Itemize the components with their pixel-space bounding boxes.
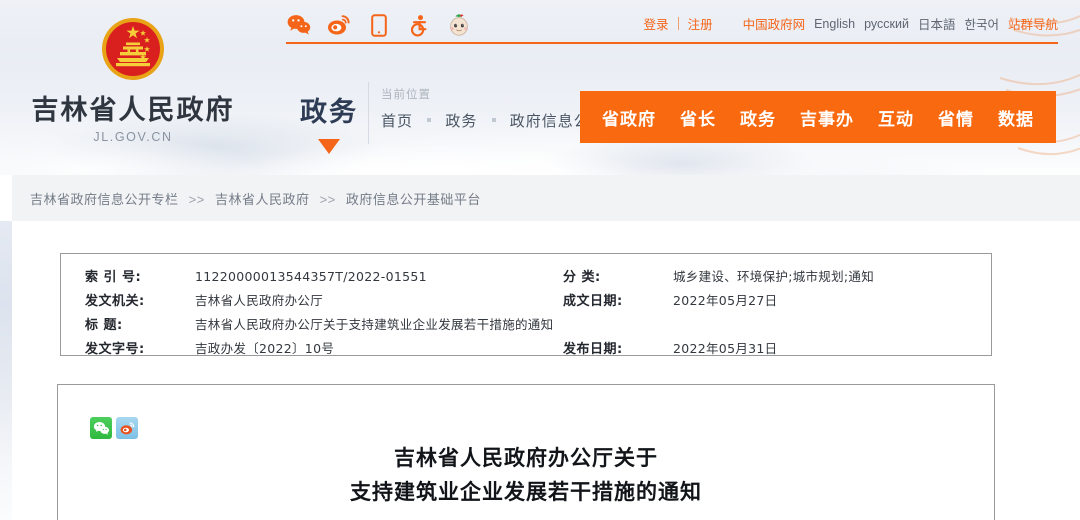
section-label[interactable]: 政务 <box>290 90 368 154</box>
document-body-card: 吉林省人民政府办公厅关于 支持建筑业企业发展若干措施的通知 <box>57 384 995 520</box>
nav-item-governor[interactable]: 省长 <box>680 105 716 130</box>
document-title: 吉林省人民政府办公厅关于 支持建筑业企业发展若干措施的通知 <box>58 441 994 509</box>
english-link[interactable]: English <box>814 17 855 31</box>
metadata-label: 发布日期: <box>563 338 673 357</box>
metadata-row-spacer <box>563 314 991 334</box>
header-rule <box>286 42 1058 44</box>
nav-item-province-info[interactable]: 省情 <box>938 105 974 130</box>
metadata-row-document-number: 发文字号: 吉政办发〔2022〕10号 <box>85 338 561 358</box>
crumb-affairs[interactable]: 政务 <box>445 113 477 130</box>
metadata-row-title: 标 题: 吉林省人民政府办公厅关于支持建筑业企业发展若干措施的通知 <box>85 314 561 334</box>
nav-item-interaction[interactable]: 互动 <box>878 105 914 130</box>
china-gov-link[interactable]: 中国政府网 <box>743 14 806 33</box>
metadata-row-written-date: 成文日期: 2022年05月27日 <box>563 290 991 310</box>
metadata-row-issuing-agency: 发文机关: 吉林省人民政府办公厅 <box>85 290 561 310</box>
metadata-row-index-number: 索 引 号: 11220000013544357T/2022-01551 <box>85 266 561 286</box>
metadata-value: 吉政办发〔2022〕10号 <box>195 338 334 357</box>
breadcrumb-bar: 吉林省政府信息公开专栏 >> 吉林省人民政府 >> 政府信息公开基础平台 <box>12 175 1080 221</box>
metadata-value: 吉林省人民政府办公厅 <box>195 290 323 309</box>
site-header: 登录 注册 中国政府网 English русский 日本語 한국어 站群导航 <box>0 0 1080 175</box>
nav-item-affairs[interactable]: 政务 <box>740 105 776 130</box>
document-title-line-1: 吉林省人民政府办公厅关于 <box>58 441 994 475</box>
metadata-label: 标 题: <box>85 314 195 333</box>
metadata-label: 索 引 号: <box>85 266 195 285</box>
current-location: 当前位置 首页 政务 政府信息公开 <box>381 86 606 131</box>
link-divider <box>678 17 679 30</box>
crumb-dot-icon <box>427 118 431 122</box>
header-vertical-divider <box>368 82 369 144</box>
left-edge-strip <box>0 221 12 520</box>
site-brand[interactable]: 吉林省人民政府 JL.GOV.CN <box>0 16 266 144</box>
nav-item-provincial-gov[interactable]: 省政府 <box>602 105 656 130</box>
breadcrumb-item-government[interactable]: 吉林省人民政府 <box>215 192 310 207</box>
site-domain: JL.GOV.CN <box>0 130 266 144</box>
metadata-label: 发文机关: <box>85 290 195 309</box>
crumb-home[interactable]: 首页 <box>381 113 413 130</box>
weibo-icon[interactable] <box>326 12 352 38</box>
japanese-link[interactable]: 日本語 <box>918 14 956 33</box>
metadata-value: 11220000013544357T/2022-01551 <box>195 269 427 284</box>
site-nav-link[interactable]: 站群导航 <box>1008 14 1058 33</box>
page-root: 登录 注册 中国政府网 English русский 日本語 한국어 站群导航 <box>0 0 1080 520</box>
metadata-value: 2022年05月31日 <box>673 338 777 357</box>
weibo-share-icon[interactable] <box>116 417 138 439</box>
register-link[interactable]: 注册 <box>688 14 713 33</box>
mobile-icon[interactable] <box>366 12 392 38</box>
accessibility-icon[interactable] <box>406 12 432 38</box>
breadcrumb-separator: >> <box>189 192 205 207</box>
site-title: 吉林省人民政府 <box>0 88 266 127</box>
nav-item-data[interactable]: 数据 <box>998 105 1034 130</box>
metadata-value: 2022年05月27日 <box>673 290 777 309</box>
share-bar <box>90 417 138 439</box>
document-title-line-2: 支持建筑业企业发展若干措施的通知 <box>58 475 994 509</box>
metadata-row-publish-date: 发布日期: 2022年05月31日 <box>563 338 991 358</box>
main-content: 索 引 号: 11220000013544357T/2022-01551 发文机… <box>0 221 1080 520</box>
social-icon-group <box>286 12 472 38</box>
language-links: 登录 注册 中国政府网 English русский 日本語 한국어 站群导航 <box>644 14 1058 33</box>
chevron-down-icon[interactable] <box>318 139 340 154</box>
breadcrumb-item-column[interactable]: 吉林省政府信息公开专栏 <box>30 192 179 207</box>
breadcrumb: 吉林省政府信息公开专栏 >> 吉林省人民政府 >> 政府信息公开基础平台 <box>12 189 481 208</box>
metadata-value: 吉林省人民政府办公厅关于支持建筑业企业发展若干措施的通知 <box>195 314 553 333</box>
main-navigation: 省政府 省长 政务 吉事办 互动 省情 数据 <box>580 91 1056 143</box>
national-emblem-icon <box>100 16 166 82</box>
current-location-crumbs: 首页 政务 政府信息公开 <box>381 110 606 131</box>
breadcrumb-separator: >> <box>320 192 336 207</box>
metadata-value: 城乡建设、环境保护;城市规划;通知 <box>673 266 874 285</box>
metadata-row-category: 分 类: 城乡建设、环境保护;城市规划;通知 <box>563 266 991 286</box>
metadata-label: 分 类: <box>563 266 673 285</box>
korean-link[interactable]: 한국어 <box>964 14 999 33</box>
metadata-label: 发文字号: <box>85 338 195 357</box>
metadata-label: 成文日期: <box>563 290 673 309</box>
metadata-column-left: 索 引 号: 11220000013544357T/2022-01551 发文机… <box>61 266 561 358</box>
russian-link[interactable]: русский <box>864 17 909 31</box>
document-metadata-card: 索 引 号: 11220000013544357T/2022-01551 发文机… <box>60 253 992 356</box>
mascot-icon[interactable] <box>446 12 472 38</box>
login-link[interactable]: 登录 <box>644 14 669 33</box>
wechat-icon[interactable] <box>286 12 312 38</box>
current-location-caption: 当前位置 <box>381 86 606 102</box>
nav-item-jishiban[interactable]: 吉事办 <box>800 105 854 130</box>
wechat-share-icon[interactable] <box>90 417 112 439</box>
metadata-column-right: 分 类: 城乡建设、环境保护;城市规划;通知 成文日期: 2022年05月27日… <box>561 266 991 358</box>
breadcrumb-item-platform[interactable]: 政府信息公开基础平台 <box>346 192 481 207</box>
section-label-text: 政务 <box>290 90 368 129</box>
crumb-dot-icon <box>492 118 496 122</box>
